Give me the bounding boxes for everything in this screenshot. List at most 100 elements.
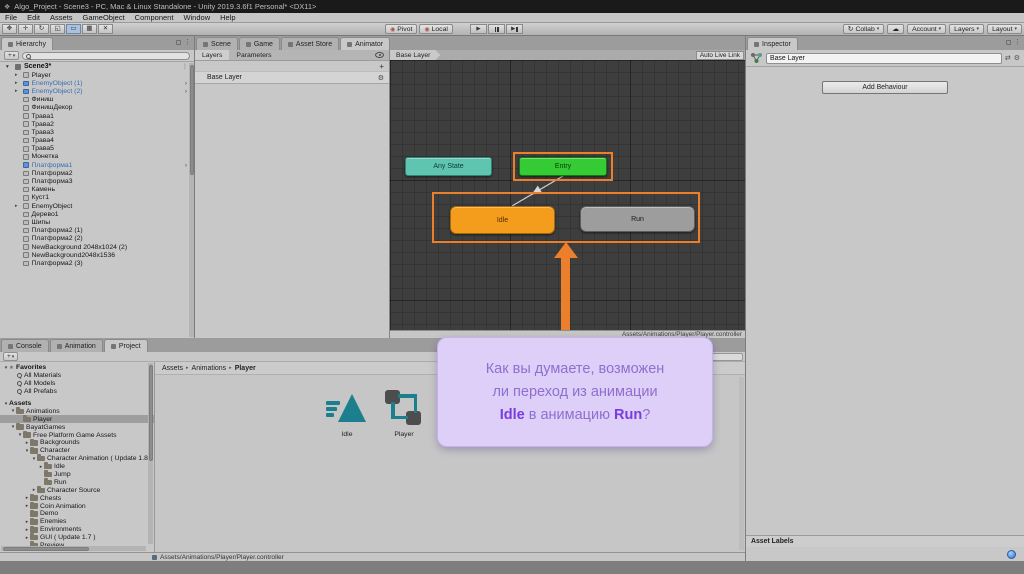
hierarchy-item[interactable]: Платформа2 (1)	[0, 227, 194, 235]
hierarchy-item[interactable]: Камень	[0, 186, 194, 194]
menu-help[interactable]: Help	[215, 13, 240, 22]
project-tree-item[interactable]: All Materials	[0, 372, 154, 380]
eye-icon[interactable]	[375, 52, 384, 58]
project-tree-item[interactable]: ▸ Coin Animation	[0, 501, 154, 510]
project-tree-item[interactable]: ▸ Environments	[0, 525, 154, 534]
lock-icon[interactable]	[1006, 39, 1011, 45]
gear-icon[interactable]: ⚙	[378, 74, 389, 82]
hierarchy-item[interactable]: Платформа2 (3)	[0, 259, 194, 267]
project-tree-item[interactable]: ▸ Backgrounds	[0, 438, 154, 447]
project-tree-item[interactable]: ▾ Free Platform Game Assets	[0, 430, 154, 439]
asset-item-player[interactable]: Player	[376, 389, 432, 438]
view-tab-animator[interactable]: Animator	[340, 37, 391, 50]
hierarchy-item[interactable]: ▸ EnemyObject (2) ›	[0, 87, 194, 95]
content-scrollbar[interactable]	[739, 377, 744, 550]
hierarchy-item[interactable]: ▸ EnemyObject (1) ›	[0, 79, 194, 87]
rotate-tool[interactable]: ↻	[34, 24, 49, 34]
hierarchy-scrollbar[interactable]	[189, 63, 194, 337]
hierarchy-item[interactable]: Трава4	[0, 137, 194, 145]
step-button[interactable]: ▶	[506, 24, 523, 34]
asset-item-idle[interactable]: Idle	[319, 389, 375, 438]
menu-assets[interactable]: Assets	[45, 13, 78, 22]
scale-tool[interactable]: ◱	[50, 24, 65, 34]
hierarchy-item[interactable]: ФинишДекор	[0, 104, 194, 112]
hierarchy-item[interactable]: Платформа2 (2)	[0, 235, 194, 243]
layers-dropdown[interactable]: Layers ▾	[949, 24, 985, 34]
tab-inspector[interactable]: Inspector	[747, 37, 798, 50]
view-tab-asset-store[interactable]: Asset Store	[280, 37, 340, 50]
sync-icon[interactable]: ⇄	[1005, 54, 1011, 62]
hierarchy-item[interactable]: Трава5	[0, 145, 194, 153]
tab-hierarchy[interactable]: Hierarchy	[1, 37, 53, 50]
kebab-menu-icon[interactable]: ⋮	[184, 38, 191, 46]
move-tool[interactable]: ✛	[18, 24, 33, 34]
hierarchy-item[interactable]: NewBackground 2048x1024 (2)	[0, 243, 194, 251]
state-node-idle[interactable]: Idle	[450, 206, 555, 234]
breadcrumb-assets[interactable]: Assets	[162, 365, 183, 372]
create-asset-button[interactable]: + ▾	[3, 352, 19, 361]
state-node-run[interactable]: Run	[580, 206, 695, 232]
project-tree-item[interactable]: ▾ BayatGames	[0, 423, 154, 431]
lock-icon[interactable]	[176, 39, 181, 45]
bottom-tab-project[interactable]: Project	[103, 339, 148, 352]
project-tree-item[interactable]: Player	[0, 415, 154, 424]
cloud-button[interactable]: ☁	[887, 24, 905, 34]
menu-file[interactable]: File	[0, 13, 22, 22]
project-tree-item[interactable]: ▾ ★ Favorites	[0, 364, 154, 372]
breadcrumb-animations[interactable]: Animations	[192, 365, 227, 372]
expander-icon[interactable]: ▾	[6, 64, 9, 70]
hierarchy-item[interactable]: Трава3	[0, 128, 194, 136]
hierarchy-item[interactable]: Трава1	[0, 112, 194, 120]
project-tree-item[interactable]: ▸ Enemies	[0, 517, 154, 526]
account-button[interactable]: Account ▾	[907, 24, 947, 34]
state-node-entry[interactable]: Entry	[519, 157, 607, 176]
pause-button[interactable]	[488, 24, 505, 34]
view-tab-game[interactable]: Game	[238, 37, 280, 50]
create-object-button[interactable]: + ▾	[4, 51, 20, 60]
layout-dropdown[interactable]: Layout ▾	[987, 24, 1022, 34]
scene-root-row[interactable]: ▾ Scene3* ⋮	[0, 62, 194, 71]
menu-edit[interactable]: Edit	[22, 13, 45, 22]
hierarchy-item[interactable]: Куст1	[0, 194, 194, 202]
hierarchy-item[interactable]: Платформа1 ›	[0, 161, 194, 169]
state-node-any-state[interactable]: Any State	[405, 157, 492, 176]
bottom-tab-animation[interactable]: Animation	[49, 339, 103, 352]
gear-icon[interactable]: ⚙	[1014, 54, 1020, 62]
layer-row-base-layer[interactable]: Base Layer ⚙	[195, 72, 389, 84]
project-tree-item[interactable]: ▸ Chests	[0, 494, 154, 502]
expander-icon[interactable]: ▸	[15, 72, 18, 78]
hierarchy-search-input[interactable]	[22, 51, 190, 60]
expander-icon[interactable]: ▸	[15, 88, 18, 94]
tab-parameters[interactable]: Parameters	[229, 50, 278, 60]
project-tree-item[interactable]: ▾ Character Animation ( Update 1.8 )	[0, 454, 154, 463]
tab-layers[interactable]: Layers	[195, 50, 230, 60]
collab-button[interactable]: ↻ Collab ▾	[842, 24, 885, 34]
tree-scrollbar[interactable]	[148, 363, 153, 544]
add-layer-button[interactable]: +	[379, 62, 384, 71]
layer-name-field[interactable]: Base Layer	[766, 52, 1002, 64]
bottom-tab-console[interactable]: Console	[1, 339, 49, 352]
project-tree-item[interactable]: ▸ Idle	[0, 462, 154, 471]
project-tree-item[interactable]: Run	[0, 478, 154, 486]
hierarchy-item[interactable]: Шипы	[0, 218, 194, 226]
project-tree-item[interactable]: ▾ Assets	[0, 400, 154, 408]
project-tree-item[interactable]: Demo	[0, 509, 154, 518]
tree-h-scrollbar[interactable]	[1, 546, 146, 551]
auto-live-link-button[interactable]: Auto Live Link	[695, 50, 744, 60]
expander-icon[interactable]: ▸	[15, 203, 18, 209]
menu-gameobject[interactable]: GameObject	[78, 13, 130, 22]
graph-breadcrumb[interactable]: Base Layer	[390, 50, 440, 60]
hand-tool[interactable]: ✥	[2, 24, 17, 34]
expander-icon[interactable]: ▸	[15, 80, 18, 86]
local-button[interactable]: ◉ Local	[419, 24, 453, 34]
asset-bundle-icon[interactable]	[1007, 550, 1016, 559]
hierarchy-item[interactable]: Монетка	[0, 153, 194, 161]
rect-tool[interactable]: ▭	[66, 24, 81, 34]
menu-window[interactable]: Window	[178, 13, 215, 22]
hierarchy-item[interactable]: Трава2	[0, 120, 194, 128]
hierarchy-item[interactable]: Платформа2	[0, 169, 194, 177]
custom-tool[interactable]: ✕	[98, 24, 113, 34]
hierarchy-item[interactable]: Финиш	[0, 96, 194, 104]
breadcrumb-player[interactable]: Player	[235, 365, 256, 372]
scrollbar-thumb[interactable]	[148, 365, 153, 461]
